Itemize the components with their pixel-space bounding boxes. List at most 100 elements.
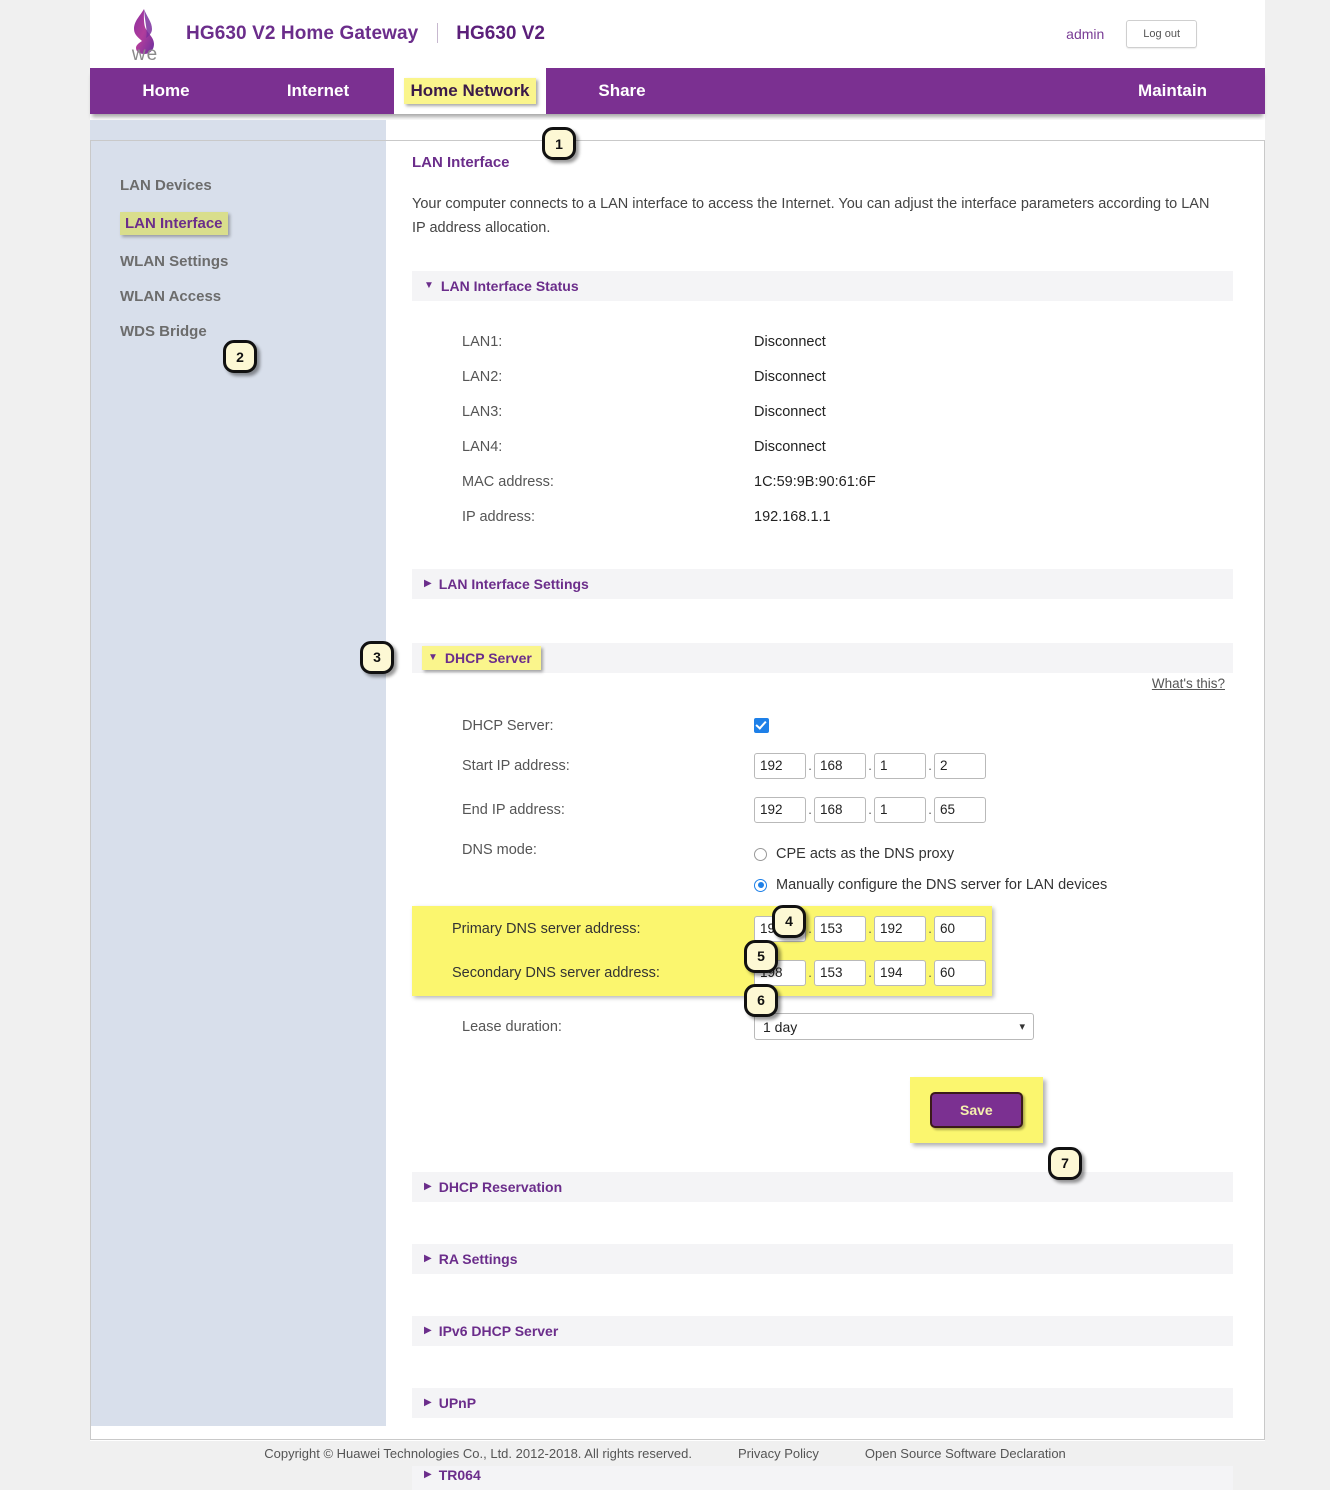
save-button-highlight: Save <box>910 1076 1043 1143</box>
status-label-mac-address: MAC address: <box>462 474 554 491</box>
dhcp-form: DHCP Server: Start IP address: 192 . 168… <box>412 709 1233 1180</box>
status-value-lan3: Disconnect <box>754 404 826 421</box>
sidebar-item-lan-devices[interactable]: LAN Devices <box>90 168 386 203</box>
start-ip-group: 192 . 168 . 1 . 2 <box>754 752 986 779</box>
primary-dns-octet-2[interactable]: 153 <box>814 915 866 942</box>
status-row: LAN1: Disconnect <box>412 325 1233 360</box>
secondary-dns-octet-4[interactable]: 60 <box>934 959 986 986</box>
ip-dot: . <box>928 758 932 774</box>
we-logo: we <box>118 5 172 63</box>
footer-link-privacy-policy[interactable]: Privacy Policy <box>738 1446 819 1461</box>
secondary-dns-octet-3[interactable]: 194 <box>874 959 926 986</box>
nav-item-internet[interactable]: Internet <box>242 68 394 114</box>
sidebar-item-wlan-access[interactable]: WLAN Access <box>90 279 386 314</box>
whats-this-link[interactable]: What's this? <box>1152 676 1225 691</box>
primary-dns-octet-3[interactable]: 192 <box>874 915 926 942</box>
form-row-lease-duration: Lease duration: 1 day ▾ <box>412 1010 1233 1044</box>
start-ip-octet-2[interactable]: 168 <box>814 752 866 779</box>
section-label-tr064: TR064 <box>438 1466 481 1483</box>
gateway-model: HG630 V2 <box>456 23 545 44</box>
radio-option-manual-dns[interactable]: Manually configure the DNS server for LA… <box>754 870 1107 901</box>
triangle-right-icon: ▶ <box>424 1396 432 1408</box>
status-row: LAN4: Disconnect <box>412 430 1233 465</box>
start-ip-octet-4[interactable]: 2 <box>934 752 986 779</box>
section-ra-settings[interactable]: ▶ RA Settings <box>412 1243 1233 1274</box>
start-ip-octet-3[interactable]: 1 <box>874 752 926 779</box>
main-content: LAN Interface Your computer connects to … <box>360 120 1265 1490</box>
end-ip-octet-4[interactable]: 65 <box>934 796 986 823</box>
end-ip-octet-2[interactable]: 168 <box>814 796 866 823</box>
sidebar-label-wds-bridge: WDS Bridge <box>120 323 207 340</box>
sidebar-label-lan-interface: LAN Interface <box>120 212 228 235</box>
section-dhcp-reservation[interactable]: ▶ DHCP Reservation <box>412 1171 1233 1202</box>
label-dhcp-server: DHCP Server: <box>462 717 554 734</box>
label-start-ip: Start IP address: <box>462 757 570 774</box>
form-row-secondary-dns: Secondary DNS server address: 198 . 153 … <box>412 956 992 990</box>
page-header: we HG630 V2 Home Gateway HG630 V2 admin … <box>90 0 1265 68</box>
section-label-upnp: UPnP <box>438 1394 477 1411</box>
section-lan-interface-status[interactable]: ▼ LAN Interface Status <box>412 270 1233 301</box>
form-row-primary-dns: Primary DNS server address: 198 . 153 . … <box>412 912 992 946</box>
callout-badge-2: 2 <box>223 340 257 373</box>
nav-item-maintain[interactable]: Maintain <box>1138 68 1265 114</box>
logout-button[interactable]: Log out <box>1126 20 1197 48</box>
nav-item-home[interactable]: Home <box>90 68 242 114</box>
nav-label-home: Home <box>142 81 190 100</box>
page-description: Your computer connects to a LAN interfac… <box>412 196 1210 236</box>
ip-dot: . <box>928 802 932 818</box>
status-label-lan3: LAN3: <box>462 404 503 421</box>
end-ip-octet-1[interactable]: 192 <box>754 796 806 823</box>
section-ipv6-dhcp-server[interactable]: ▶ IPv6 DHCP Server <box>412 1315 1233 1346</box>
nav-item-home-network[interactable]: Home Network <box>394 68 546 114</box>
radio-label-manual-dns: Manually configure the DNS server for LA… <box>776 877 1108 894</box>
triangle-right-icon: ▶ <box>424 1324 432 1336</box>
secondary-dns-octet-2[interactable]: 153 <box>814 959 866 986</box>
end-ip-octet-3[interactable]: 1 <box>874 796 926 823</box>
nav-label-share: Share <box>598 81 646 100</box>
status-value-ip-address: 192.168.1.1 <box>754 509 831 526</box>
callout-badge-3: 3 <box>360 640 394 674</box>
router-admin-page: we HG630 V2 Home Gateway HG630 V2 admin … <box>90 0 1265 1490</box>
ip-dot: . <box>868 802 872 818</box>
footer-link-open-source[interactable]: Open Source Software Declaration <box>865 1446 1066 1461</box>
dhcp-server-checkbox[interactable] <box>754 718 769 734</box>
start-ip-octet-1[interactable]: 192 <box>754 752 806 779</box>
section-lan-interface-settings[interactable]: ▶ LAN Interface Settings <box>412 568 1233 599</box>
triangle-down-icon-dhcp: ▼ <box>428 651 438 663</box>
ip-dot: . <box>928 965 932 981</box>
lan-status-rows: LAN1: Disconnect LAN2: Disconnect LAN3: … <box>412 319 1233 535</box>
primary-dns-octet-4[interactable]: 60 <box>934 915 986 942</box>
status-label-lan4: LAN4: <box>462 439 503 456</box>
ip-dot: . <box>928 921 932 937</box>
status-value-lan2: Disconnect <box>754 369 826 386</box>
chevron-down-icon: ▾ <box>1019 1021 1025 1034</box>
dns-servers-highlight-group: Primary DNS server address: 198 . 153 . … <box>412 905 992 996</box>
triangle-right-icon: ▶ <box>424 577 432 589</box>
status-value-lan4: Disconnect <box>754 439 826 456</box>
ip-dot: . <box>868 921 872 937</box>
radio-option-cpe-proxy[interactable]: CPE acts as the DNS proxy <box>754 839 954 870</box>
sidebar-item-lan-interface[interactable]: LAN Interface <box>90 203 386 244</box>
ip-dot: . <box>808 921 812 937</box>
radio-icon-cpe-proxy[interactable] <box>754 847 767 861</box>
form-row-dhcp-server: DHCP Server: <box>412 709 1233 743</box>
end-ip-group: 192 . 168 . 1 . 65 <box>754 796 986 823</box>
callout-badge-1: 1 <box>542 127 576 160</box>
status-value-lan1: Disconnect <box>754 334 826 351</box>
status-label-ip-address: IP address: <box>462 509 536 526</box>
save-button[interactable]: Save <box>930 1091 1023 1128</box>
whats-this-row: What's this? <box>412 675 1233 693</box>
section-upnp[interactable]: ▶ UPnP <box>412 1387 1233 1418</box>
nav-item-share[interactable]: Share <box>546 68 698 114</box>
label-lease-duration: Lease duration: <box>462 1018 562 1035</box>
callout-badge-6: 6 <box>744 983 778 1017</box>
section-label-dhcp-server: DHCP Server <box>444 649 532 666</box>
section-dhcp-server[interactable]: ▼ DHCP Server 3 <box>360 640 1233 674</box>
section-label-ipv6-dhcp-server: IPv6 DHCP Server <box>438 1322 559 1339</box>
form-row-start-ip: Start IP address: 192 . 168 . 1 . 2 <box>412 749 1233 783</box>
sidebar-item-wlan-settings[interactable]: WLAN Settings <box>90 244 386 279</box>
lease-duration-select[interactable]: 1 day ▾ <box>754 1013 1034 1041</box>
section-label-lan-interface-settings: LAN Interface Settings <box>438 575 589 592</box>
status-row: IP address: 192.168.1.1 <box>412 500 1233 535</box>
radio-icon-manual-dns[interactable] <box>754 878 767 892</box>
